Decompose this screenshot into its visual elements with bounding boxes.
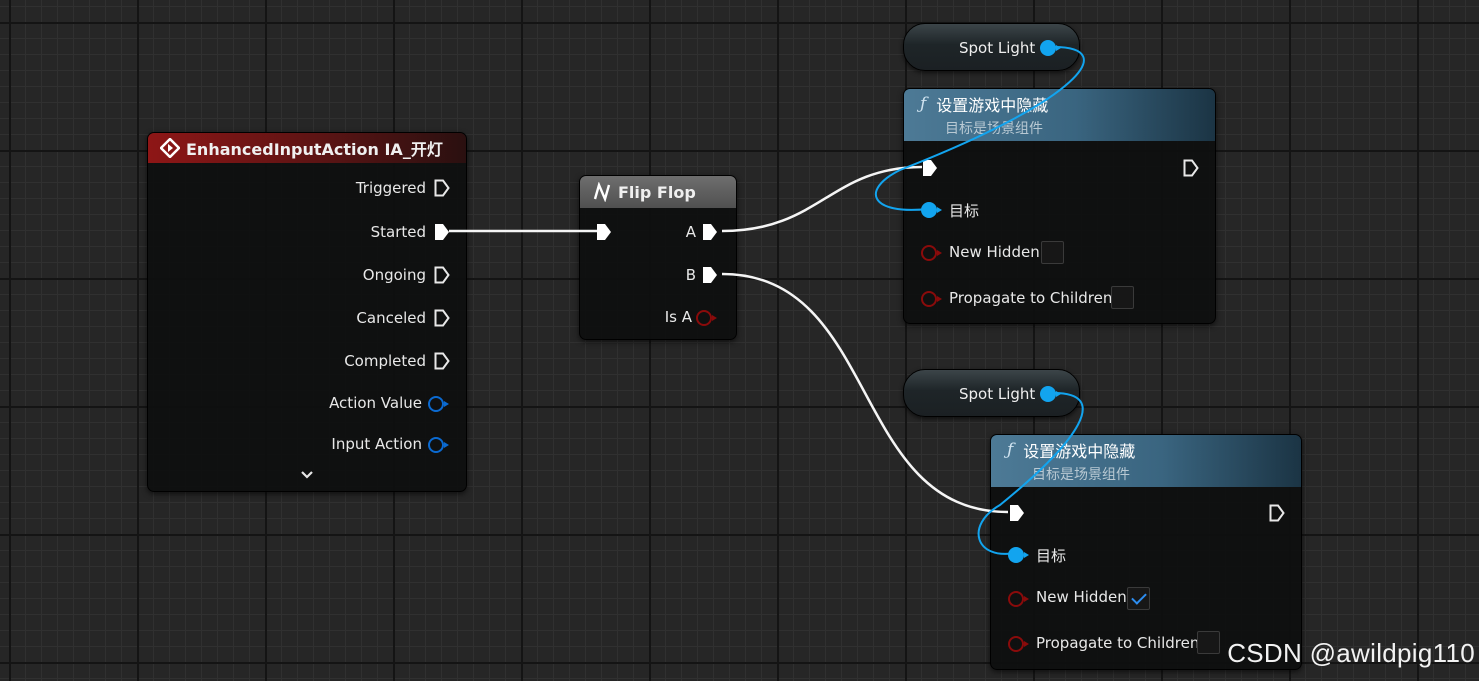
exec-pin-completed[interactable] — [434, 352, 450, 370]
spot-light-variable-node-1[interactable]: Spot Light — [903, 23, 1080, 71]
spot-light-label-1: Spot Light — [959, 39, 1036, 57]
function-icon: ƒ — [920, 94, 927, 114]
bool-pin-is-a[interactable] — [696, 310, 717, 326]
exec-pin-func2-out[interactable] — [1269, 504, 1285, 522]
func1-propagate-checkbox[interactable] — [1111, 286, 1134, 309]
function-icon: ƒ — [1007, 440, 1014, 460]
func1-propagate-label: Propagate to Children — [949, 289, 1113, 307]
flipflop-node-header[interactable]: Flip Flop — [580, 176, 736, 208]
exec-pin-func1-out[interactable] — [1183, 159, 1199, 177]
chevron-down-icon[interactable] — [300, 468, 314, 484]
pin-label-b: B — [685, 266, 696, 284]
struct-pin-input-action[interactable] — [428, 437, 449, 453]
exec-pin-canceled[interactable] — [434, 309, 450, 327]
func1-target-label: 目标 — [949, 202, 980, 220]
bool-pin-func1-propagate[interactable] — [921, 291, 942, 307]
pin-label-ongoing: Ongoing — [362, 266, 426, 284]
func2-target-label: 目标 — [1036, 547, 1067, 565]
flipflop-node[interactable]: Flip Flop A B Is A — [579, 175, 737, 340]
object-pin-spot-light-2[interactable] — [1040, 386, 1061, 402]
func-node-2-title: 设置游戏中隐藏 — [1023, 442, 1136, 461]
func2-propagate-label: Propagate to Children — [1036, 634, 1200, 652]
spot-light-variable-node-2[interactable]: Spot Light — [903, 369, 1080, 417]
func2-new-hidden-checkbox[interactable] — [1127, 587, 1150, 610]
pin-label-input-action: Input Action — [331, 435, 422, 453]
pin-label-is-a: Is A — [664, 308, 692, 326]
bool-pin-func2-propagate[interactable] — [1008, 636, 1029, 652]
func1-new-hidden-checkbox[interactable] — [1041, 241, 1064, 264]
object-pin-func1-target[interactable] — [921, 202, 942, 218]
func2-new-hidden-label: New Hidden — [1036, 588, 1127, 606]
event-node-title: EnhancedInputAction IA_开灯 — [186, 140, 443, 159]
func1-new-hidden-label: New Hidden — [949, 243, 1040, 261]
enhanced-input-action-node[interactable]: EnhancedInputAction IA_开灯 Triggered Star… — [147, 132, 467, 492]
csdn-watermark: CSDN @awildpig110 — [1227, 638, 1475, 668]
bool-pin-func2-new-hidden[interactable] — [1008, 591, 1029, 607]
exec-pin-started[interactable] — [434, 223, 450, 241]
object-pin-spot-light-1[interactable] — [1040, 40, 1061, 56]
flipflop-node-title: Flip Flop — [618, 182, 696, 202]
exec-pin-triggered[interactable] — [434, 179, 450, 197]
func-node-1-subtitle: 目标是场景组件 — [945, 121, 1043, 137]
exec-pin-flipflop-in[interactable] — [596, 223, 612, 241]
func-node-2-header[interactable]: ƒ 设置游戏中隐藏 目标是场景组件 — [991, 435, 1301, 487]
spot-light-label-2: Spot Light — [959, 385, 1036, 403]
pin-label-completed: Completed — [344, 352, 426, 370]
exec-pin-ongoing[interactable] — [434, 266, 450, 284]
set-hidden-in-game-node-1[interactable]: ƒ 设置游戏中隐藏 目标是场景组件 目标 New Hidden Propagate… — [903, 88, 1216, 324]
exec-wire-a-to-func1 — [721, 165, 923, 233]
exec-pin-func1-in[interactable] — [922, 159, 938, 177]
event-diamond-icon — [160, 138, 180, 158]
func-node-1-header[interactable]: ƒ 设置游戏中隐藏 目标是场景组件 — [904, 89, 1215, 141]
exec-pin-b[interactable] — [702, 266, 718, 284]
bool-pin-func1-new-hidden[interactable] — [921, 245, 942, 261]
pin-label-triggered: Triggered — [355, 179, 426, 197]
set-hidden-in-game-node-2[interactable]: ƒ 设置游戏中隐藏 目标是场景组件 目标 New Hidden Propagate… — [990, 434, 1302, 670]
exec-pin-func2-in[interactable] — [1009, 504, 1025, 522]
pin-label-action-value: Action Value — [329, 394, 422, 412]
flipflop-icon — [593, 182, 611, 202]
func-node-2-subtitle: 目标是场景组件 — [1032, 467, 1130, 483]
func-node-1-title: 设置游戏中隐藏 — [936, 96, 1049, 115]
event-node-header[interactable]: EnhancedInputAction IA_开灯 — [148, 133, 466, 163]
struct-pin-action-value[interactable] — [428, 396, 449, 412]
pin-label-started: Started — [370, 223, 426, 241]
pin-label-a: A — [685, 223, 696, 241]
pin-label-canceled: Canceled — [356, 309, 426, 327]
object-pin-func2-target[interactable] — [1008, 547, 1029, 563]
exec-pin-a[interactable] — [702, 223, 718, 241]
func2-propagate-checkbox[interactable] — [1197, 631, 1220, 654]
